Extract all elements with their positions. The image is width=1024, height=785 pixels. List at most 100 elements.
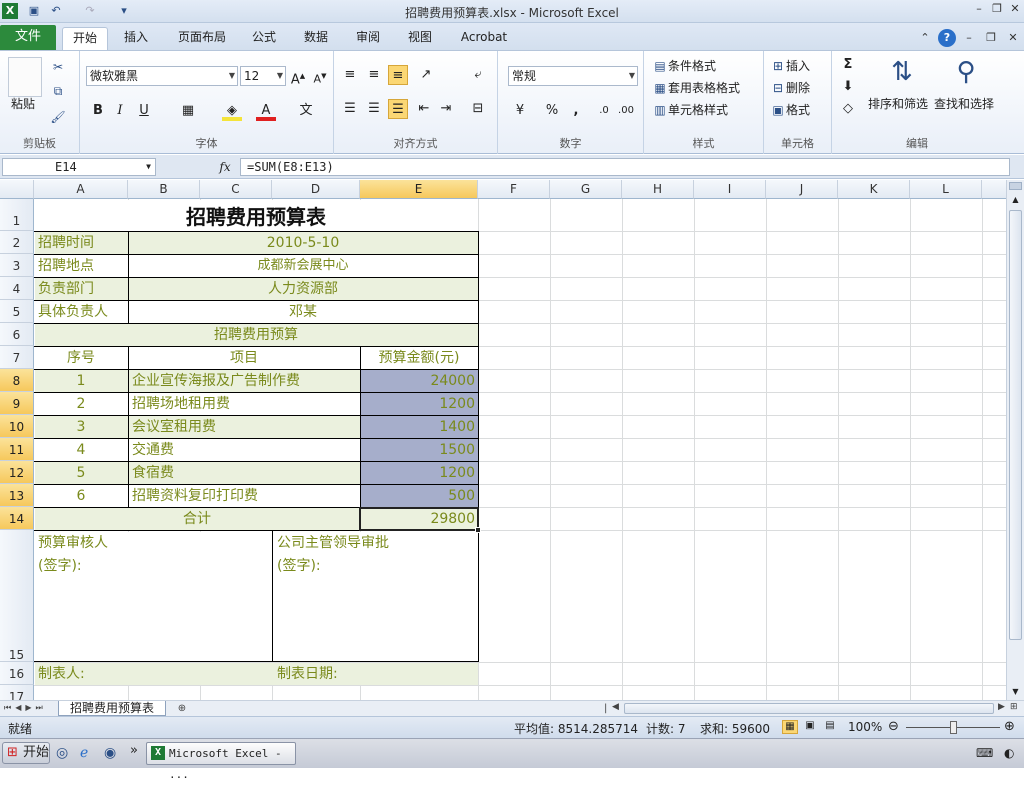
comma-button[interactable]: , (566, 101, 586, 121)
tab-formulas[interactable]: 公式 (244, 27, 284, 50)
row-no[interactable]: 6 (34, 485, 128, 507)
autosum-button[interactable]: Σ (838, 55, 858, 75)
sort-filter-button[interactable]: 排序和筛选 (868, 95, 928, 112)
find-select-icon[interactable]: ⚲ (944, 57, 988, 93)
hscroll-split-icon[interactable]: | (604, 703, 607, 714)
approver-label[interactable]: 公司主管领导审批 (277, 532, 477, 554)
increase-indent-icon[interactable]: ⇥ (436, 99, 456, 119)
paste-button[interactable]: 粘贴 (11, 95, 35, 112)
align-middle-icon[interactable]: ≡ (364, 65, 384, 85)
tab-view[interactable]: 视图 (400, 27, 440, 50)
doc-restore-icon[interactable]: ❐ (984, 31, 998, 45)
borders-icon[interactable]: ▦ (178, 101, 198, 121)
scroll-right-icon[interactable]: ▶ (998, 702, 1005, 712)
row-amount[interactable]: 1200 (360, 393, 475, 415)
format-cells-button[interactable]: ▣ 格式 (770, 101, 810, 118)
row-header[interactable]: 4 (0, 277, 34, 300)
tab-review[interactable]: 审阅 (348, 27, 388, 50)
row-header[interactable]: 11 (0, 438, 34, 461)
zoom-out-icon[interactable]: ⊖ (888, 719, 899, 734)
formula-input[interactable]: =SUM(E8:E13) (240, 158, 1010, 176)
page-layout-view-icon[interactable]: ▣ (802, 720, 818, 734)
scroll-right-end-icon[interactable]: ⊞ (1010, 702, 1018, 712)
orientation-icon[interactable]: ↗ (416, 65, 436, 85)
restore-icon[interactable]: ❐ (990, 2, 1004, 16)
zoom-slider-thumb[interactable] (950, 721, 957, 734)
split-box[interactable] (1009, 182, 1022, 190)
decrease-indent-icon[interactable]: ⇤ (414, 99, 434, 119)
reviewer-label[interactable]: 预算审核人 (38, 532, 268, 554)
date-label[interactable]: 制表日期: (277, 663, 477, 685)
row-item[interactable]: 企业宣传海报及广告制作费 (132, 370, 360, 392)
phonetic-icon[interactable]: 文 (296, 101, 316, 121)
info-label[interactable]: 具体负责人 (38, 301, 128, 323)
row-header[interactable]: 14 (0, 507, 34, 530)
info-value[interactable]: 人力资源部 (128, 278, 478, 300)
row-header[interactable]: 12 (0, 461, 34, 484)
row-header[interactable]: 2 (0, 231, 34, 254)
section-title[interactable]: 招聘费用预算 (34, 324, 478, 346)
doc-close-icon[interactable]: ✕ (1006, 31, 1020, 45)
tab-home[interactable]: 开始 (62, 27, 108, 50)
select-all-corner[interactable] (0, 180, 34, 199)
conditional-format-button[interactable]: ▤ 条件格式 (652, 57, 716, 74)
approver-sign[interactable]: (签字): (277, 555, 477, 577)
help-icon[interactable]: ? (938, 29, 956, 47)
info-value[interactable]: 成都新会展中心 (128, 255, 478, 277)
row-item[interactable]: 食宿费 (132, 462, 360, 484)
minimize-icon[interactable]: – (972, 2, 986, 16)
row-header[interactable]: 10 (0, 415, 34, 438)
vertical-scrollbar[interactable]: ▲ ▼ (1006, 180, 1024, 700)
scroll-left-icon[interactable]: ◀ (612, 702, 619, 712)
row-item[interactable]: 招聘资料复印打印费 (132, 485, 360, 507)
copy-icon[interactable]: ⧉ (50, 83, 66, 99)
row-no[interactable]: 4 (34, 439, 128, 461)
bold-button[interactable]: B (88, 101, 108, 121)
sheet-tab[interactable]: 招聘费用预算表 (58, 701, 166, 716)
row-header[interactable]: 9 (0, 392, 34, 415)
decrease-decimal-icon[interactable]: .00 (616, 101, 636, 121)
reviewer-sign[interactable]: (签字): (38, 555, 268, 577)
header-no[interactable]: 序号 (34, 347, 128, 369)
increase-decimal-icon[interactable]: .0 (594, 101, 614, 121)
align-bottom-icon[interactable]: ≡ (388, 65, 408, 85)
row-header[interactable]: 1 (0, 199, 34, 231)
info-value[interactable]: 2010-5-10 (128, 232, 478, 254)
shrink-font-icon[interactable]: A▼ (310, 66, 330, 86)
scroll-thumb[interactable] (1009, 210, 1022, 640)
column-header[interactable]: L (910, 180, 982, 199)
row-header[interactable]: 15 (0, 530, 34, 662)
close-icon[interactable]: ✕ (1008, 2, 1022, 16)
zoom-in-icon[interactable]: ⊕ (1004, 719, 1015, 734)
row-header[interactable]: 6 (0, 323, 34, 346)
info-value[interactable]: 邓某 (128, 301, 478, 323)
row-item[interactable]: 交通费 (132, 439, 360, 461)
overflow-icon[interactable]: » (130, 743, 138, 758)
column-header[interactable]: C (200, 180, 272, 199)
page-break-view-icon[interactable]: ▤ (822, 720, 838, 734)
tab-file[interactable]: 文件 (0, 25, 56, 50)
info-label[interactable]: 负责部门 (38, 278, 128, 300)
row-no[interactable]: 5 (34, 462, 128, 484)
insert-sheet-icon[interactable]: ⊕ (174, 702, 190, 715)
media-icon[interactable]: ◉ (104, 745, 116, 761)
column-header[interactable]: E (360, 180, 478, 199)
font-name-combo[interactable]: 微软雅黑 ▼ (86, 66, 238, 86)
wrap-text-icon[interactable]: ⤶ (468, 65, 488, 85)
fill-icon[interactable]: ⬇ (838, 77, 858, 97)
find-select-button[interactable]: 查找和选择 (934, 95, 994, 112)
row-header[interactable]: 8 (0, 369, 34, 392)
show-desktop-icon[interactable]: ◎ (56, 745, 68, 761)
merge-center-icon[interactable]: ⊟ (468, 99, 488, 119)
align-left-icon[interactable]: ☰ (340, 99, 360, 119)
row-amount[interactable]: 24000 (360, 370, 475, 392)
zoom-level[interactable]: 100% (848, 720, 882, 734)
header-amount[interactable]: 预算金额(元) (360, 347, 478, 369)
row-header[interactable]: 16 (0, 662, 34, 685)
row-header[interactable]: 13 (0, 484, 34, 507)
row-amount[interactable]: 1500 (360, 439, 475, 461)
insert-function-button[interactable]: fx (214, 158, 236, 176)
fill-color-icon[interactable]: ◈ (222, 101, 242, 121)
row-amount[interactable]: 1200 (360, 462, 475, 484)
tab-acrobat[interactable]: Acrobat (452, 27, 516, 50)
